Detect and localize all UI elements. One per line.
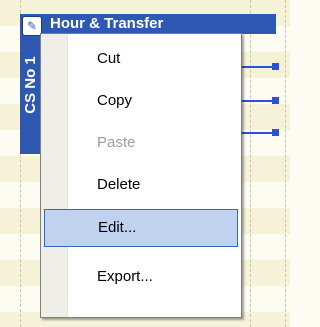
menu-item-cut[interactable]: Cut [41,38,241,80]
diagram-canvas[interactable]: Hour & Transfer CS No 1 ✎ Cut Copy Paste… [0,0,290,327]
menu-item-label: Copy [97,92,133,109]
grid-line [250,0,251,327]
menu-item-delete[interactable]: Delete [41,164,241,206]
menu-item-paste[interactable]: Paste [41,122,241,164]
menu-item-label: Export... [97,268,153,285]
menu-item-label: Delete [97,176,141,193]
context-menu: Cut Copy Paste Delete Edit... Export... [40,33,242,318]
menu-item-label: Cut [97,50,121,67]
connector-endpoint[interactable] [272,129,279,136]
lane-header[interactable]: Hour & Transfer [20,14,276,34]
menu-item-label: Edit... [98,219,137,236]
menu-item-copy[interactable]: Copy [41,80,241,122]
grid-line [285,0,286,327]
connector-endpoint[interactable] [272,97,279,104]
menu-item-label: Paste [97,134,136,151]
lane-node-icon: ✎ [22,16,42,36]
connector-endpoint[interactable] [272,63,279,70]
menu-item-edit[interactable]: Edit... [44,209,238,247]
lane-header-text: Hour & Transfer [50,15,164,32]
lane-sidebar-text: CS No 1 [22,56,39,114]
menu-item-export[interactable]: Export... [41,256,241,298]
